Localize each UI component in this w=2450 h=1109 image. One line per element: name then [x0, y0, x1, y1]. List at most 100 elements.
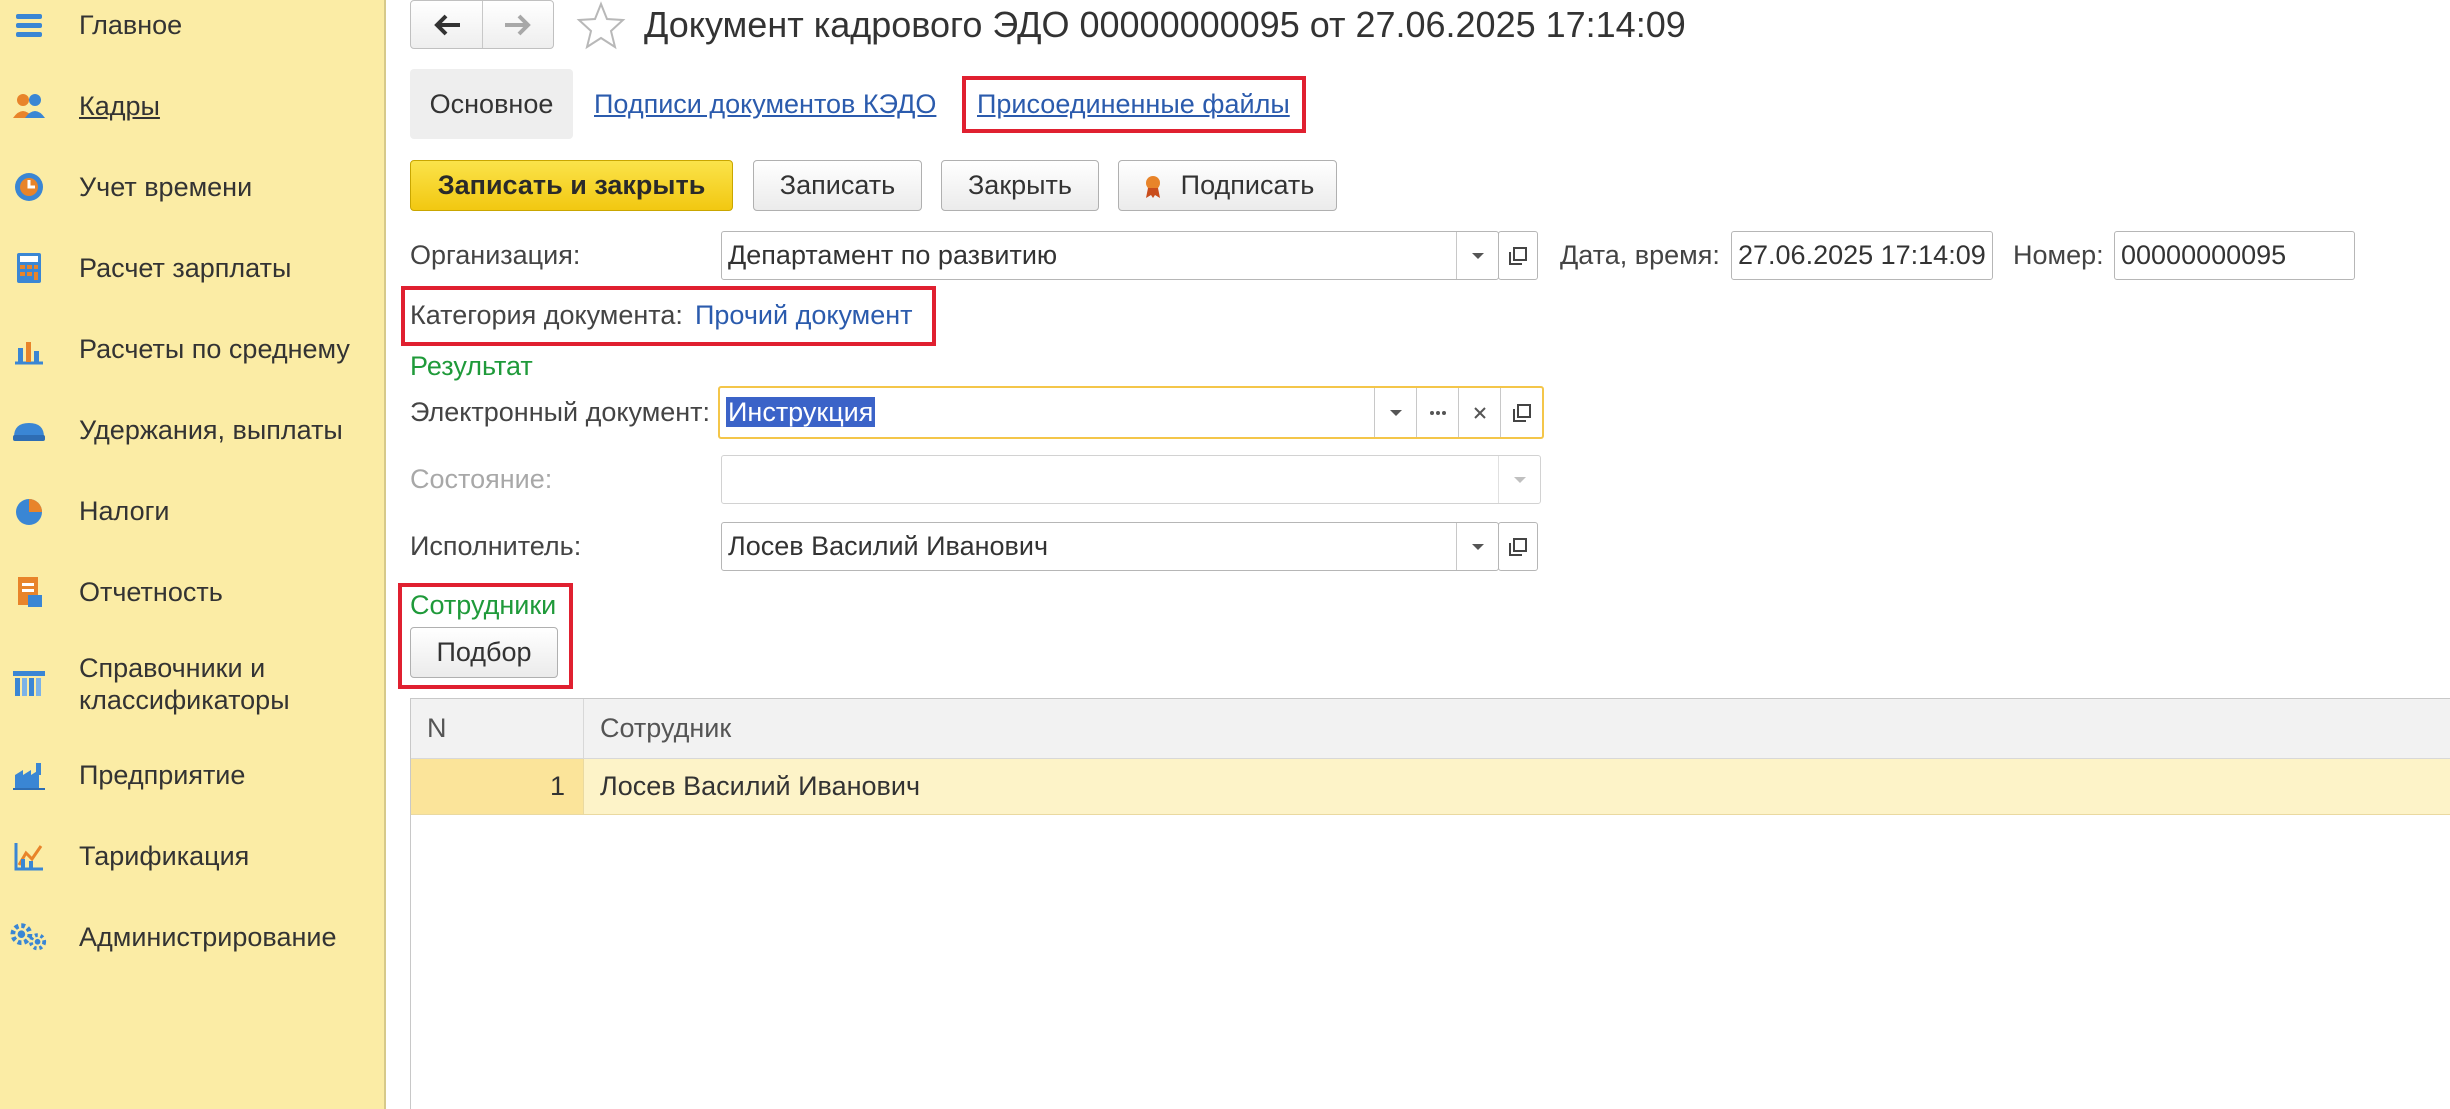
sidebar-item-label: Удержания, выплаты: [79, 415, 343, 445]
sidebar-item-admin[interactable]: Администрирование: [0, 918, 384, 956]
sidebar-item-label: Налоги: [79, 496, 170, 526]
datetime-field[interactable]: 27.06.2025 17:14:09: [1731, 231, 1993, 280]
sidebar-item-hr[interactable]: Кадры: [0, 87, 384, 125]
sidebar-item-label: Кадры: [79, 91, 160, 121]
employees-group-title: Сотрудники: [410, 590, 557, 620]
tab-signatures[interactable]: Подписи документов КЭДО: [594, 88, 936, 121]
wallet-icon: [10, 411, 48, 449]
back-button[interactable]: [411, 1, 482, 48]
sidebar-item-average[interactable]: Расчеты по среднему: [0, 330, 384, 368]
electronic-document-dropdown-button[interactable]: [1374, 388, 1416, 437]
organization-open-button[interactable]: [1498, 231, 1538, 280]
sidebar-item-taxes[interactable]: Налоги: [0, 492, 384, 530]
history-nav: [410, 0, 554, 49]
executor-open-button[interactable]: [1498, 522, 1538, 571]
sidebar-item-label: Тарификация: [79, 841, 250, 871]
electronic-document-value: Инструкция: [720, 397, 1374, 428]
row-employee-cell: Лосев Василий Иванович: [583, 759, 2450, 814]
sidebar-item-label: Предприятие: [79, 760, 246, 790]
tariff-chart-icon: [10, 837, 48, 875]
close-icon: [1473, 406, 1486, 419]
signature-seal-icon: [1145, 175, 1160, 198]
datetime-value: 27.06.2025 17:14:09: [1738, 240, 1986, 270]
sidebar-item-label: Расчеты по среднему: [79, 334, 350, 364]
state-label: Состояние:: [410, 464, 553, 494]
sidebar-item-time[interactable]: Учет времени: [0, 168, 384, 206]
executor-label: Исполнитель:: [410, 531, 582, 561]
save-and-close-button[interactable]: Записать и закрыть: [410, 160, 733, 211]
calculator-icon: [10, 249, 48, 287]
number-label: Номер:: [2013, 240, 2104, 270]
factory-icon: [10, 756, 48, 794]
sidebar-item-tariff[interactable]: Тарификация: [0, 837, 384, 875]
sidebar-item-label-line2: классификаторы: [79, 685, 290, 715]
sidebar: Главное Кадры Учет времени Расчет зарпла…: [0, 0, 386, 1109]
chevron-down-icon: [1389, 409, 1402, 416]
chevron-down-icon: [1471, 252, 1484, 259]
pick-button[interactable]: Подбор: [410, 627, 558, 678]
menu-icon: [10, 6, 48, 44]
open-window-icon: [1509, 537, 1527, 556]
employees-table: N Сотрудник 1 Лосев Василий Иванович: [410, 698, 2450, 1109]
sidebar-item-label: Главное: [79, 10, 183, 40]
page-title: Документ кадрового ЭДО 00000000095 от 27…: [644, 4, 1686, 45]
state-dropdown-button[interactable]: [1498, 456, 1540, 503]
sidebar-item-label: Отчетность: [79, 577, 223, 607]
table-header: N Сотрудник: [411, 699, 2450, 759]
electronic-document-selected-text: Инструкция: [726, 397, 876, 427]
forward-button[interactable]: [482, 1, 553, 48]
save-button[interactable]: Записать: [753, 160, 922, 211]
result-group-title: Результат: [410, 351, 533, 381]
sidebar-item-label: Администрирование: [79, 922, 337, 952]
star-icon[interactable]: [575, 0, 627, 50]
bar-chart-icon: [10, 330, 48, 368]
ellipsis-icon: [1429, 410, 1446, 415]
sidebar-item-deductions[interactable]: Удержания, выплаты: [0, 411, 384, 449]
sign-button[interactable]: Подписать: [1118, 160, 1337, 211]
organization-field[interactable]: Департамент по развитию: [721, 231, 1499, 280]
executor-dropdown-button[interactable]: [1456, 523, 1498, 570]
state-field[interactable]: [721, 455, 1541, 504]
electronic-document-clear-button[interactable]: [1458, 388, 1500, 437]
category-link[interactable]: Прочий документ: [695, 299, 913, 332]
chevron-down-icon: [1513, 476, 1526, 483]
gears-icon: [10, 918, 48, 956]
sign-button-label: Подписать: [1180, 170, 1315, 200]
electronic-document-field[interactable]: Инструкция: [718, 386, 1544, 439]
sidebar-item-label: Учет времени: [79, 172, 253, 202]
row-number-cell: 1: [411, 759, 583, 814]
open-window-icon: [1512, 403, 1531, 422]
number-value: 00000000095: [2121, 240, 2287, 270]
column-header-n[interactable]: N: [411, 699, 583, 758]
sidebar-item-main[interactable]: Главное: [0, 6, 384, 44]
tab-main[interactable]: Основное: [410, 69, 573, 139]
sidebar-item-label: Расчет зарплаты: [79, 253, 292, 283]
close-button[interactable]: Закрыть: [941, 160, 1099, 211]
sidebar-item-reports[interactable]: Отчетность: [0, 573, 384, 611]
open-window-icon: [1509, 246, 1527, 265]
sidebar-item-enterprise[interactable]: Предприятие: [0, 756, 384, 794]
tab-attached-files[interactable]: Присоединенные файлы: [977, 88, 1290, 121]
number-field[interactable]: 00000000095: [2114, 231, 2355, 280]
organization-dropdown-button[interactable]: [1456, 232, 1498, 279]
category-label: Категория документа:: [410, 300, 683, 330]
table-row[interactable]: 1 Лосев Василий Иванович: [411, 759, 2450, 815]
report-icon: [10, 573, 48, 611]
people-icon: [10, 87, 48, 125]
datetime-label: Дата, время:: [1560, 240, 1720, 270]
organization-value: Департамент по развитию: [728, 240, 1058, 270]
clock-icon: [10, 168, 48, 206]
electronic-document-open-button[interactable]: [1500, 388, 1542, 437]
arrow-right-icon: [505, 14, 531, 35]
sidebar-item-payroll[interactable]: Расчет зарплаты: [0, 249, 384, 287]
electronic-document-select-button[interactable]: [1416, 388, 1458, 437]
column-header-employee[interactable]: Сотрудник: [583, 699, 2450, 758]
executor-value: Лосев Василий Иванович: [728, 531, 1049, 561]
sidebar-item-label-line1: Справочники и: [79, 653, 266, 683]
executor-field[interactable]: Лосев Василий Иванович: [721, 522, 1499, 571]
sidebar-item-catalogs[interactable]: Справочники и классификаторы: [0, 650, 384, 720]
arrow-left-icon: [433, 14, 460, 35]
chevron-down-icon: [1471, 543, 1484, 550]
pie-chart-icon: [10, 492, 48, 530]
electronic-document-label: Электронный документ:: [410, 397, 711, 427]
